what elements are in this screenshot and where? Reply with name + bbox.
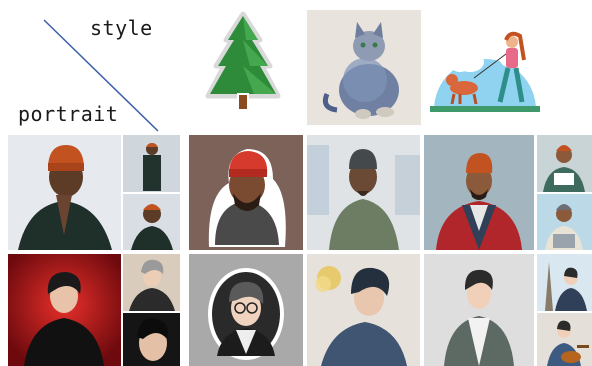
row1-flat-thumb-bottom (537, 194, 592, 250)
flat-man-guitar-icon (537, 313, 592, 366)
portrait-2-thumb-bottom (123, 313, 180, 366)
watercolor-cat-icon (322, 22, 399, 119)
sticker-asian-man-icon (189, 254, 303, 366)
axis-header: style portrait (0, 0, 185, 132)
portrait-1-main (8, 135, 121, 250)
flat-man-laptop-icon (537, 194, 592, 250)
man-orange-beanie-photo (8, 135, 121, 250)
row1-flat (424, 135, 534, 250)
style-ref-walker (430, 10, 540, 122)
portrait-1-thumb-top (123, 135, 180, 192)
style-ref-tree (200, 10, 286, 118)
flat-illustration-man-icon (424, 135, 534, 250)
pine-tree-sticker-icon (205, 11, 281, 111)
man-grey-hair-photo (123, 254, 180, 311)
row2-flat-thumb-bottom (537, 313, 592, 366)
man-standing-photo (123, 135, 180, 192)
portrait-1-thumb-bottom (123, 194, 180, 250)
flat-man-reading-icon (537, 135, 592, 192)
portrait-2-main (8, 254, 121, 366)
flat-man-eiffel-icon (537, 254, 592, 311)
row1-watercolor (307, 135, 420, 250)
portrait-2-thumb-top (123, 254, 180, 311)
flat-illustration-asian-man-icon (424, 254, 534, 366)
row2-flat-thumb-top (537, 254, 592, 311)
man-dark-closeup-photo (123, 313, 180, 366)
asian-man-red-bg-photo (8, 254, 121, 366)
style-ref-cat (307, 10, 421, 125)
style-label: style (90, 16, 153, 40)
row1-sticker (189, 135, 303, 250)
row2-flat (424, 254, 534, 366)
row2-sticker (189, 254, 303, 366)
sticker-man-icon (208, 149, 286, 247)
watercolor-man-icon (307, 135, 420, 250)
watercolor-asian-man-icon (307, 254, 420, 366)
row2-watercolor (307, 254, 420, 366)
woman-walking-dog-icon (430, 31, 540, 112)
portrait-label: portrait (18, 102, 119, 126)
row1-flat-thumb-top (537, 135, 592, 192)
man-closeup-photo (123, 194, 180, 250)
